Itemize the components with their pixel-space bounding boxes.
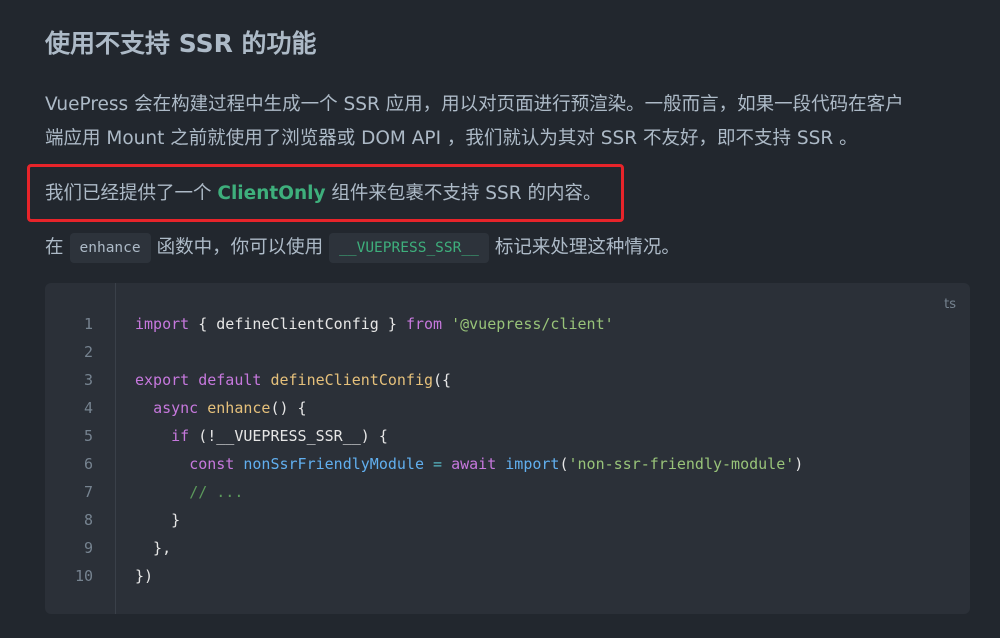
code-text: export default defineClientConfig({ bbox=[135, 366, 451, 394]
line-number: 3 bbox=[83, 371, 93, 389]
code-text: async enhance() { bbox=[135, 394, 307, 422]
intro-paragraph: VuePress 会在构建过程中生成一个 SSR 应用，用以对页面进行预渲染。一… bbox=[45, 88, 960, 156]
code-text: const nonSsrFriendlyModule = await impor… bbox=[135, 450, 803, 478]
section-heading: 使用不支持 SSR 的功能 bbox=[45, 29, 317, 58]
line-number: 9 bbox=[83, 539, 93, 557]
line-number: 2 bbox=[83, 343, 93, 361]
code-text: if (!__VUEPRESS_SSR__) { bbox=[135, 422, 388, 450]
code-token: import bbox=[505, 455, 560, 473]
line-number: 10 bbox=[74, 567, 93, 585]
intro-paragraph-line-1: VuePress 会在构建过程中生成一个 SSR 应用，用以对页面进行预渲染。一… bbox=[45, 94, 904, 115]
line-number: 1 bbox=[83, 315, 93, 333]
code-token: enhance bbox=[207, 399, 271, 417]
line-number: 6 bbox=[83, 455, 93, 473]
code-token: async bbox=[153, 399, 199, 417]
code-token: ( bbox=[559, 455, 569, 473]
enhance-text-middle: 函数中，你可以使用 bbox=[156, 237, 324, 258]
code-token: if bbox=[171, 427, 190, 445]
code-text: }, bbox=[135, 534, 171, 562]
code-token: ({ bbox=[433, 371, 452, 389]
code-line: 2 bbox=[45, 338, 970, 366]
line-number: 5 bbox=[83, 427, 93, 445]
code-line: 7 // ... bbox=[45, 478, 970, 506]
inline-code-vuepress-ssr: __VUEPRESS_SSR__ bbox=[329, 233, 489, 263]
code-token: from bbox=[405, 315, 443, 333]
clientonly-text-before: 我们已经提供了一个 bbox=[45, 183, 218, 204]
code-text: import { defineClientConfig } from '@vue… bbox=[135, 310, 614, 338]
code-line: 3 export default defineClientConfig({ bbox=[45, 366, 970, 394]
code-token: }) bbox=[135, 567, 154, 585]
enhance-text-before: 在 bbox=[45, 237, 64, 258]
code-token: // ... bbox=[189, 483, 244, 501]
code-token: }, bbox=[135, 539, 172, 557]
code-line: 8 } bbox=[45, 506, 970, 534]
code-token: ) bbox=[794, 455, 804, 473]
code-token: } bbox=[135, 511, 181, 529]
code-text: } bbox=[135, 506, 180, 534]
clientonly-paragraph: 我们已经提供了一个 ClientOnly 组件来包裹不支持 SSR 的内容。 bbox=[45, 177, 960, 211]
code-text: // ... bbox=[135, 478, 243, 506]
code-token: (!__VUEPRESS_SSR__) { bbox=[189, 427, 388, 445]
code-token: default bbox=[198, 371, 262, 389]
code-token: export bbox=[135, 371, 190, 389]
code-token: { defineClientConfig } bbox=[189, 315, 406, 333]
code-token: import bbox=[135, 315, 190, 333]
code-token: '@vuepress/client' bbox=[451, 315, 614, 333]
code-token: 'non-ssr-friendly-module' bbox=[568, 455, 795, 473]
code-token: await bbox=[451, 455, 497, 473]
clientonly-text-after: 组件来包裹不支持 SSR 的内容。 bbox=[325, 183, 602, 204]
enhance-paragraph: 在 enhance 函数中，你可以使用 __VUEPRESS_SSR__ 标记来处理这种… bbox=[45, 231, 960, 265]
clientonly-link[interactable]: ClientOnly bbox=[217, 183, 325, 204]
line-number: 8 bbox=[83, 511, 93, 529]
code-line: 6 const nonSsrFriendlyModule = await imp… bbox=[45, 450, 970, 478]
line-number: 4 bbox=[83, 399, 93, 417]
code-token: nonSsrFriendlyModule bbox=[243, 455, 424, 473]
code-line: 9 }, bbox=[45, 534, 970, 562]
code-token: const bbox=[189, 455, 235, 473]
code-lines: 1 import { defineClientConfig } from '@vu… bbox=[45, 310, 970, 590]
inline-code-enhance: enhance bbox=[69, 233, 151, 263]
code-text: }) bbox=[135, 562, 153, 590]
code-token: defineClientConfig bbox=[270, 371, 434, 389]
enhance-text-after: 标记来处理这种情况。 bbox=[494, 237, 680, 258]
code-line: 10}) bbox=[45, 562, 970, 590]
code-token: = bbox=[433, 455, 443, 473]
line-number: 7 bbox=[83, 483, 93, 501]
code-line: 1 import { defineClientConfig } from '@vu… bbox=[45, 310, 970, 338]
intro-paragraph-line-2: 端应用 Mount 之前就使用了浏览器或 DOM API ，我们就认为其对 SS… bbox=[45, 128, 858, 149]
code-token: () { bbox=[270, 399, 307, 417]
code-line: 4 async enhance() { bbox=[45, 394, 970, 422]
code-block: ts 1 import { defineClientConfig } from '… bbox=[45, 283, 970, 614]
code-line: 5 if (!__VUEPRESS_SSR__) { bbox=[45, 422, 970, 450]
